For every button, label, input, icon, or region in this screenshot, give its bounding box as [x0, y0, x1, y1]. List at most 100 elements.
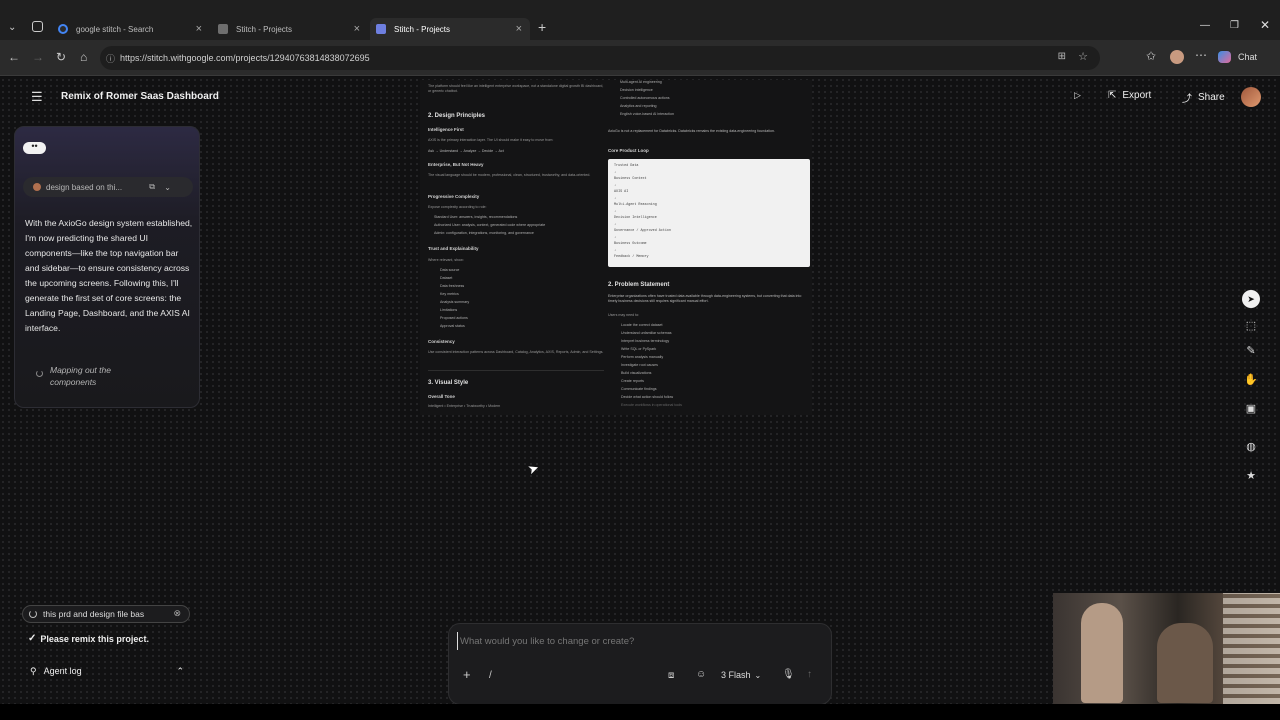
preview-play-icon[interactable]: ▷ — [1074, 90, 1081, 101]
doc-heading: 3. Visual Style — [428, 380, 469, 386]
export-icon: ⇱ — [1108, 90, 1117, 101]
user-avatar[interactable] — [1241, 87, 1261, 107]
doc-text: AxioGo is not a replacement for Databric… — [608, 129, 775, 133]
doc-list: Standard User: answers, insights, recomm… — [434, 213, 606, 237]
layout-icon[interactable]: ⧈ — [668, 670, 674, 681]
maximize-icon[interactable]: ❐ — [1230, 20, 1239, 31]
doc-subheading: Enterprise, But Not Heavy — [428, 162, 484, 167]
doc-text: Where relevant, show: — [428, 258, 464, 262]
list-item: Authorized User: analysis, context, gene… — [434, 223, 546, 227]
minimize-icon[interactable]: — — [1200, 20, 1210, 31]
add-attachment-icon[interactable]: + — [463, 667, 471, 682]
select-tool-icon[interactable]: ➤ — [1242, 290, 1260, 308]
document-canvas[interactable]: The platform should feel like an intelli… — [420, 80, 812, 415]
menu-icon[interactable]: ☰ — [31, 89, 43, 105]
list-item: Interpret business terminology — [621, 339, 670, 343]
spinner-icon — [29, 610, 37, 618]
star-icon[interactable]: ★ — [1244, 469, 1258, 483]
microphone-icon[interactable]: 🎙 — [782, 669, 795, 680]
reload-icon[interactable]: ↻ — [56, 50, 66, 64]
doc-text: Use consistent interaction patterns acro… — [428, 350, 604, 354]
os-taskbar — [0, 704, 1280, 720]
agent-log-bar[interactable]: ⚲ Agent log ⌃ — [14, 659, 200, 683]
close-icon[interactable]: × — [516, 23, 522, 35]
forward-icon[interactable]: → — [32, 50, 44, 64]
workspaces-icon[interactable] — [32, 21, 43, 32]
profile-avatar[interactable] — [1170, 50, 1184, 64]
code-block: Trusted Data ↓ Business Context ↓ AXIS A… — [608, 159, 810, 267]
hand-icon[interactable]: ✋ — [1244, 373, 1258, 387]
bookshelf — [1223, 593, 1280, 704]
agent-dots-icon: •• — [23, 142, 46, 154]
favorites-icon[interactable]: ✩ — [1146, 49, 1156, 63]
list-item: Perform analysis manually — [621, 355, 664, 359]
install-app-icon[interactable]: ⊞ — [1058, 51, 1066, 62]
close-icon[interactable]: × — [196, 23, 202, 35]
share-button[interactable]: ⤴ Share — [1182, 90, 1225, 105]
project-title[interactable]: Remix of Romer Saas Dashboard — [61, 91, 219, 102]
cancel-icon[interactable]: ⊗ — [173, 608, 181, 619]
context-chip[interactable]: design based on thi... ⧉ ⌄ — [23, 177, 193, 197]
frame-select-icon[interactable]: ⬚ — [1244, 319, 1258, 333]
list-item: Admin: configuration, integrations, moni… — [434, 231, 534, 235]
tab-list-chevron-icon[interactable]: ⌄ — [8, 22, 16, 33]
model-selector[interactable]: 3 Flash ⌄ — [721, 670, 761, 680]
doc-subheading: Overall Tone — [428, 394, 455, 399]
spinner-icon — [36, 370, 43, 377]
stitch-icon — [376, 24, 386, 34]
bookmark-star-icon[interactable]: ☆ — [1078, 50, 1088, 63]
tab-google-search[interactable]: google stitch - Search × — [52, 18, 210, 40]
doc-heading: 2. Design Principles — [428, 113, 486, 119]
person-left — [1081, 603, 1123, 703]
home-icon[interactable]: ⌂ — [80, 50, 87, 64]
context-avatar-icon — [33, 183, 41, 191]
doc-subheading: Trust and Explainability — [428, 246, 479, 251]
doc-heading: 2. Problem Statement — [608, 282, 670, 288]
tab-stitch-projects[interactable]: Stitch - Projects × — [212, 18, 368, 40]
slash-command-button[interactable]: / — [489, 670, 492, 681]
image-icon[interactable]: ▣ — [1244, 402, 1258, 416]
list-item: Investigate root causes — [621, 363, 658, 367]
back-icon[interactable]: ← — [8, 50, 20, 64]
export-label: Export — [1122, 90, 1152, 101]
agent-log-icon: ⚲ — [30, 665, 37, 676]
new-tab-icon[interactable]: + — [538, 19, 546, 35]
chevron-down-icon[interactable]: ⌄ — [164, 183, 171, 192]
list-item: Decide what action should follow — [621, 395, 674, 399]
list-item: Dataset — [440, 276, 453, 280]
chevron-up-icon[interactable]: ⌃ — [176, 666, 184, 677]
running-task-pill[interactable]: this prd and design file bas ⊗ — [22, 605, 190, 623]
close-icon[interactable]: × — [354, 23, 360, 35]
doc-subheading: Core Product Loop — [608, 148, 649, 153]
doc-text: AXIS is the primary interaction layer. T… — [428, 138, 554, 142]
share-label: Share — [1198, 92, 1225, 103]
prompt-input[interactable] — [457, 632, 817, 650]
agent-log-label: Agent log — [43, 666, 82, 676]
copy-icon[interactable]: ⧉ — [149, 182, 155, 192]
address-bar[interactable]: ⓘ https://stitch.withgoogle.com/projects… — [100, 46, 1100, 70]
more-icon[interactable]: ⋯ — [1195, 48, 1207, 62]
send-arrow-icon[interactable]: ↑ — [807, 669, 812, 680]
list-item: Data source — [440, 268, 460, 272]
list-item: Locate the correct dataset — [621, 323, 663, 327]
list-item: Decision intelligence — [620, 88, 653, 92]
list-item: Write SQL or PySpark — [621, 347, 657, 351]
palette-icon[interactable]: ◍ — [1244, 440, 1258, 454]
export-button[interactable]: ⇱ Export — [1108, 90, 1151, 101]
list-item: English voice-based AI interaction — [620, 112, 674, 116]
theme-icon[interactable]: ☺ — [696, 669, 706, 680]
close-window-icon[interactable]: ✕ — [1260, 18, 1270, 32]
doc-text: The visual language should be modern, pr… — [428, 173, 591, 177]
site-info-icon[interactable]: ⓘ — [106, 52, 115, 65]
chat-label[interactable]: Chat — [1238, 52, 1257, 62]
agent-message: With the AxioGo design system establishe… — [25, 218, 193, 333]
list-item: Standard User: answers, insights, recomm… — [434, 215, 518, 219]
completed-task-label: Please remix this project. — [40, 633, 149, 644]
code-line: Feedback / Memory — [614, 255, 649, 259]
doc-text: Users may need to: — [608, 313, 640, 317]
copilot-icon[interactable] — [1218, 51, 1231, 63]
running-task-label: this prd and design file bas — [43, 609, 145, 619]
tab-stitch-projects-active[interactable]: Stitch - Projects × — [370, 18, 530, 40]
doc-list: Locate the correct dataset Understand un… — [621, 321, 806, 409]
pencil-icon[interactable]: ✎ — [1244, 344, 1258, 358]
